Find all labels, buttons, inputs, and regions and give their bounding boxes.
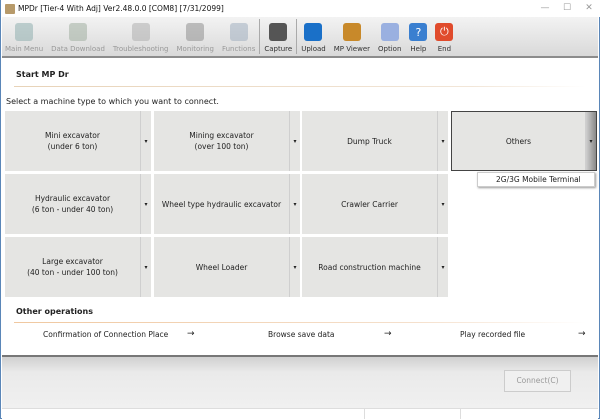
- toolbar-label: Data Download: [51, 45, 105, 53]
- machine-button-dump-truck[interactable]: Dump Truck ▾: [302, 111, 448, 171]
- machine-button-mining-excavator[interactable]: Mining excavator (over 100 ton) ▾: [154, 111, 300, 171]
- machine-button-others[interactable]: Others ▾: [451, 111, 597, 171]
- arrow-right-icon[interactable]: →: [384, 329, 392, 339]
- other-op-link[interactable]: Browse save data: [268, 330, 335, 339]
- instruction-text: Select a machine type to which you want …: [6, 97, 219, 106]
- machine-button-wheel-type-hydraulic-excavator[interactable]: Wheel type hydraulic excavator ▾: [154, 174, 300, 234]
- machine-label: Mining excavator: [189, 131, 254, 140]
- help-icon: ?: [409, 23, 428, 41]
- status-bar: [2, 408, 598, 419]
- app-icon: [5, 3, 15, 14]
- machine-sublabel: (6 ton - under 40 ton): [31, 205, 114, 214]
- toolbar-button-data-download[interactable]: Data Download: [47, 17, 109, 56]
- machine-label: Dump Truck: [347, 136, 392, 146]
- machine-select[interactable]: Wheel type hydraulic excavator: [154, 174, 290, 234]
- machine-button-mini-excavator[interactable]: Mini excavator (under 6 ton) ▾: [5, 111, 151, 171]
- machine-sublabel: (over 100 ton): [194, 142, 249, 151]
- toolbar-button-capture[interactable]: Capture: [260, 17, 296, 56]
- dropdown-arrow-icon[interactable]: ▾: [290, 174, 300, 234]
- machine-button-hydraulic-excavator[interactable]: Hydraulic excavator (6 ton - under 40 ton…: [5, 174, 151, 234]
- machine-select[interactable]: Others: [452, 112, 586, 170]
- connect-button[interactable]: Connect(C): [504, 370, 571, 392]
- other-op-link[interactable]: Play recorded file: [460, 330, 525, 339]
- machine-label: Wheel Loader: [195, 262, 248, 272]
- toolbar-button-troubleshooting[interactable]: Troubleshooting: [109, 17, 173, 56]
- camera-icon: [269, 23, 288, 41]
- dropdown-arrow-icon[interactable]: ▾: [290, 111, 300, 171]
- main-menu-icon: [15, 23, 34, 41]
- machine-button-large-excavator[interactable]: Large excavator (40 ton - under 100 ton) ▾: [5, 237, 151, 297]
- stethoscope-icon: [131, 23, 150, 41]
- divider: [14, 86, 586, 87]
- arrow-right-icon[interactable]: →: [187, 329, 195, 339]
- toolbar-label: Main Menu: [5, 45, 44, 53]
- toolbar-label: Help: [410, 45, 427, 53]
- other-operations-heading: Other operations: [16, 307, 93, 316]
- dropdown-item-mobile-terminal[interactable]: 2G/3G Mobile Terminal: [477, 172, 595, 187]
- close-button[interactable]: ✕: [575, 0, 600, 17]
- toolbar-label: MP Viewer: [333, 45, 371, 53]
- machine-label: Wheel type hydraulic excavator: [161, 199, 282, 209]
- dropdown-arrow-icon[interactable]: ▾: [141, 174, 151, 234]
- toolbar-button-option[interactable]: Option: [374, 17, 405, 56]
- machine-button-crawler-carrier[interactable]: Crawler Carrier ▾: [302, 174, 448, 234]
- machine-sublabel: (under 6 ton): [47, 142, 98, 151]
- machine-select[interactable]: Hydraulic excavator (6 ton - under 40 ton…: [5, 174, 141, 234]
- toolbar-button-monitoring[interactable]: Monitoring: [173, 17, 218, 56]
- upload-icon: [304, 23, 323, 41]
- data-download-icon: [69, 23, 88, 41]
- machine-select[interactable]: Mining excavator (over 100 ton): [154, 111, 290, 171]
- toolbar-label: End: [437, 45, 452, 53]
- functions-icon: [229, 23, 248, 41]
- dropdown-arrow-icon[interactable]: ▾: [438, 174, 448, 234]
- toolbar-button-functions[interactable]: Functions: [218, 17, 259, 56]
- machine-label: Large excavator: [42, 257, 103, 266]
- toolbar-button-upload[interactable]: Upload: [297, 17, 330, 56]
- app-window: MPDr [Tier-4 With Adj] Ver2.48.0.0 [COM8…: [0, 0, 600, 419]
- dropdown-arrow-icon[interactable]: ▾: [586, 112, 596, 170]
- title-bar: MPDr [Tier-4 With Adj] Ver2.48.0.0 [COM8…: [1, 0, 600, 17]
- machine-button-road-construction-machine[interactable]: Road construction machine ▾: [302, 237, 448, 297]
- toolbar-button-end[interactable]: ⏻ End: [431, 17, 457, 56]
- toolbar-label: Capture: [264, 45, 293, 53]
- toolbar-button-help[interactable]: ? Help: [405, 17, 431, 56]
- power-icon: ⏻: [435, 23, 454, 41]
- window-title: MPDr [Tier-4 With Adj] Ver2.48.0.0 [COM8…: [18, 4, 224, 13]
- toolbar-label: Troubleshooting: [112, 45, 169, 53]
- toolbar: Main Menu Data Download Troubleshooting Mon…: [2, 17, 598, 58]
- dropdown-arrow-icon[interactable]: ▾: [438, 237, 448, 297]
- machine-select[interactable]: Road construction machine: [302, 237, 438, 297]
- machine-select[interactable]: Dump Truck: [302, 111, 438, 171]
- toolbar-button-main-menu[interactable]: Main Menu: [2, 17, 47, 56]
- toolbar-label: Monitoring: [176, 45, 214, 53]
- machine-label: Mini excavator: [45, 131, 100, 140]
- start-heading: Start MP Dr: [16, 70, 69, 79]
- toolbar-label: Functions: [221, 45, 256, 53]
- dropdown-arrow-icon[interactable]: ▾: [141, 111, 151, 171]
- machine-label: Road construction machine: [318, 262, 421, 272]
- machine-label: Crawler Carrier: [341, 199, 398, 209]
- other-op-link[interactable]: Confirmation of Connection Place: [43, 330, 168, 339]
- machine-select[interactable]: Wheel Loader: [154, 237, 290, 297]
- arrow-right-icon[interactable]: →: [578, 329, 586, 339]
- divider: [14, 322, 586, 323]
- toolbar-label: Upload: [301, 45, 326, 53]
- gear-icon: [380, 23, 399, 41]
- toolbar-label: Option: [378, 45, 402, 53]
- machine-sublabel: (40 ton - under 100 ton): [27, 268, 118, 277]
- dropdown-arrow-icon[interactable]: ▾: [438, 111, 448, 171]
- machine-button-wheel-loader[interactable]: Wheel Loader ▾: [154, 237, 300, 297]
- toolbar-button-mp-viewer[interactable]: MP Viewer: [330, 17, 374, 56]
- machine-select[interactable]: Large excavator (40 ton - under 100 ton): [5, 237, 141, 297]
- machine-select[interactable]: Mini excavator (under 6 ton): [5, 111, 141, 171]
- dropdown-arrow-icon[interactable]: ▾: [290, 237, 300, 297]
- machine-label: Hydraulic excavator: [34, 194, 111, 203]
- machine-label: Others: [505, 136, 532, 146]
- mp-viewer-icon: [342, 23, 361, 41]
- gauge-icon: [186, 23, 205, 41]
- dropdown-arrow-icon[interactable]: ▾: [141, 237, 151, 297]
- machine-select[interactable]: Crawler Carrier: [302, 174, 438, 234]
